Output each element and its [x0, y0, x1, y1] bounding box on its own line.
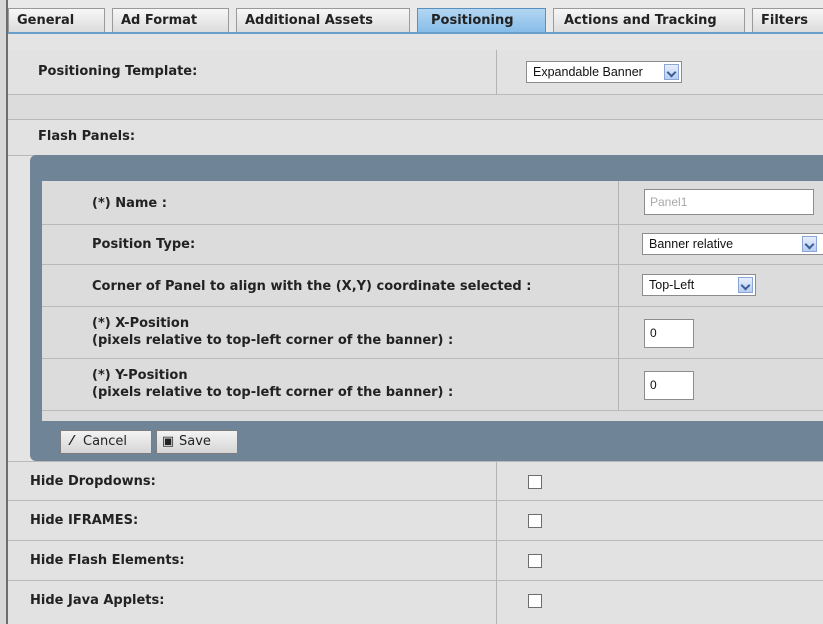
corner-select[interactable]: Top-Left: [642, 274, 756, 296]
hide-iframes-label: Hide IFRAMES:: [30, 513, 139, 528]
tab-label: Filters: [761, 13, 808, 28]
tab-label: General: [17, 13, 75, 28]
spacer-row: [8, 95, 823, 120]
positioning-template-value: Expandable Banner: [533, 65, 643, 79]
y-position-input[interactable]: 0: [644, 371, 694, 400]
hide-java-applets-label: Hide Java Applets:: [30, 593, 165, 608]
hide-iframes-row: Hide IFRAMES:: [8, 501, 823, 541]
column-divider: [618, 225, 619, 264]
x-position-hint: (pixels relative to top-left corner of t…: [92, 333, 454, 348]
panel-name-placeholder: Panel1: [650, 195, 688, 209]
panel-name-input[interactable]: Panel1: [644, 189, 814, 215]
corner-row: Corner of Panel to align with the (X,Y) …: [42, 265, 823, 307]
column-divider: [618, 265, 619, 306]
form-frame: General Ad Format Additional Assets Posi…: [6, 0, 823, 624]
column-divider: [496, 50, 497, 94]
positioning-template-row: Positioning Template: Expandable Banner: [8, 50, 823, 95]
panel-name-row: (*) Name : Panel1: [42, 181, 823, 225]
chevron-down-icon: [802, 236, 817, 252]
position-type-select[interactable]: Banner relative: [642, 233, 823, 255]
tab-actions-and-tracking[interactable]: Actions and Tracking: [553, 8, 745, 32]
x-position-title: (*) X-Position: [92, 316, 190, 331]
hide-dropdowns-checkbox[interactable]: [528, 475, 542, 489]
flash-panels-row: Flash Panels:: [8, 120, 823, 156]
x-position-value: 0: [650, 326, 657, 340]
column-divider: [496, 501, 497, 540]
column-divider: [618, 359, 619, 410]
y-position-value: 0: [650, 378, 657, 392]
tab-general[interactable]: General: [8, 8, 105, 32]
column-divider: [618, 181, 619, 224]
tab-filters[interactable]: Filters: [752, 8, 823, 32]
flash-panels-label: Flash Panels:: [38, 129, 136, 144]
save-label: Save: [179, 434, 211, 449]
cancel-button[interactable]: ⁄ Cancel: [60, 430, 152, 454]
save-button[interactable]: ▣ Save: [156, 430, 238, 454]
hide-dropdowns-row: Hide Dropdowns:: [8, 461, 823, 501]
chevron-down-icon: [664, 64, 679, 80]
tab-bar: General Ad Format Additional Assets Posi…: [8, 0, 823, 42]
corner-value: Top-Left: [649, 278, 695, 292]
positioning-template-select[interactable]: Expandable Banner: [526, 61, 682, 83]
tab-positioning[interactable]: Positioning: [417, 8, 546, 32]
x-position-row: (*) X-Position (pixels relative to top-l…: [42, 307, 823, 359]
column-divider: [618, 307, 619, 358]
tab-label: Actions and Tracking: [564, 13, 717, 28]
position-type-row: Position Type: Banner relative: [42, 225, 823, 265]
column-divider: [496, 462, 497, 500]
hide-java-applets-row: Hide Java Applets:: [8, 581, 823, 624]
cancel-label: Cancel: [83, 434, 128, 449]
tab-label: Positioning: [431, 13, 514, 28]
tab-additional-assets[interactable]: Additional Assets: [236, 8, 410, 32]
positioning-template-label: Positioning Template:: [38, 64, 198, 79]
y-position-hint: (pixels relative to top-left corner of t…: [92, 385, 454, 400]
pencil-icon: ⁄: [70, 434, 74, 449]
x-position-input[interactable]: 0: [644, 319, 694, 348]
y-position-label: (*) Y-Position (pixels relative to top-l…: [92, 367, 453, 401]
hide-dropdowns-label: Hide Dropdowns:: [30, 474, 156, 489]
tab-label: Additional Assets: [245, 13, 374, 28]
panel-name-label: (*) Name :: [92, 196, 167, 211]
column-divider: [496, 581, 497, 624]
tab-underline: [8, 32, 823, 42]
corner-label: Corner of Panel to align with the (X,Y) …: [92, 279, 532, 294]
hide-flash-elements-label: Hide Flash Elements:: [30, 553, 185, 568]
hide-java-applets-checkbox[interactable]: [528, 594, 542, 608]
x-position-label: (*) X-Position (pixels relative to top-l…: [92, 315, 453, 349]
tab-label: Ad Format: [121, 13, 198, 28]
position-type-value: Banner relative: [649, 237, 734, 251]
hide-flash-elements-row: Hide Flash Elements:: [8, 541, 823, 581]
y-position-row: (*) Y-Position (pixels relative to top-l…: [42, 359, 823, 411]
tab-ad-format[interactable]: Ad Format: [112, 8, 229, 32]
column-divider: [496, 541, 497, 580]
y-position-title: (*) Y-Position: [92, 368, 188, 383]
position-type-label: Position Type:: [92, 237, 196, 252]
floppy-disk-icon: ▣: [161, 434, 175, 449]
hide-flash-elements-checkbox[interactable]: [528, 554, 542, 568]
hide-iframes-checkbox[interactable]: [528, 514, 542, 528]
chevron-down-icon: [738, 277, 753, 293]
